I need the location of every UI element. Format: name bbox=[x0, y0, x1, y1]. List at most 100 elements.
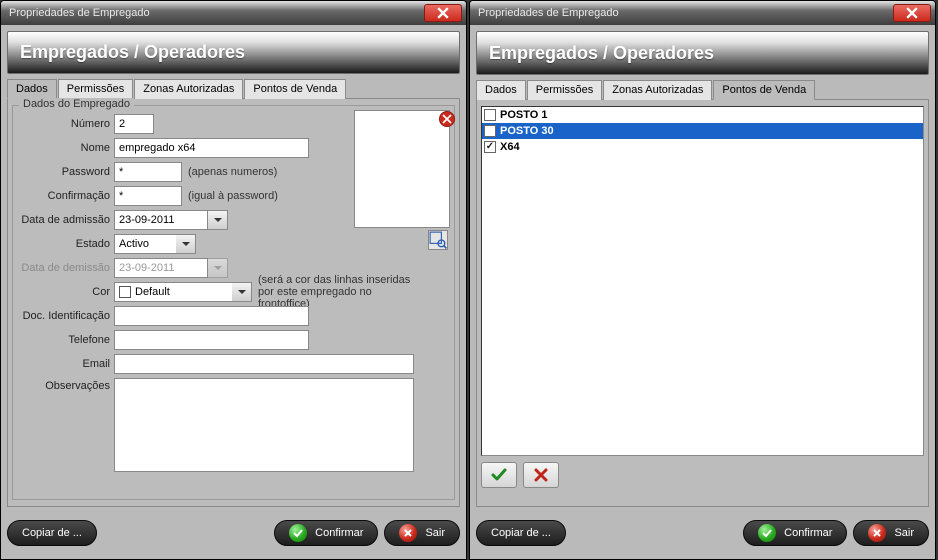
window-close-button[interactable] bbox=[424, 4, 462, 22]
input-nome[interactable] bbox=[114, 138, 309, 158]
label-obs: Observações bbox=[19, 378, 114, 392]
demissao-dropdown-button bbox=[208, 258, 228, 278]
hint-cor: (será a cor das linhas inseridas por est… bbox=[252, 274, 422, 310]
label-demissao: Data de demissão bbox=[19, 262, 114, 274]
banner: Empregados / Operadores bbox=[7, 31, 460, 75]
check-icon bbox=[758, 524, 776, 542]
tab-permissoes[interactable]: Permissões bbox=[58, 79, 133, 99]
window-close-button[interactable] bbox=[893, 4, 931, 22]
input-email[interactable] bbox=[114, 354, 414, 374]
list-item-label: X64 bbox=[500, 141, 520, 153]
banner: Empregados / Operadores bbox=[476, 31, 929, 75]
chevron-down-icon bbox=[238, 288, 246, 296]
close-icon bbox=[442, 114, 452, 124]
window-left: Propriedades de Empregado Empregados / O… bbox=[0, 0, 467, 560]
input-cor[interactable]: Default bbox=[114, 282, 232, 302]
select-all-button[interactable] bbox=[481, 462, 517, 488]
list-item-label: POSTO 1 bbox=[500, 109, 547, 121]
input-telefone[interactable] bbox=[114, 330, 309, 350]
label-email: Email bbox=[19, 358, 114, 370]
sair-label: Sair bbox=[894, 527, 914, 539]
tab-pontos[interactable]: Pontos de Venda bbox=[713, 80, 815, 100]
cor-value: Default bbox=[135, 286, 170, 298]
color-swatch bbox=[119, 286, 131, 298]
tab-permissoes[interactable]: Permissões bbox=[527, 80, 602, 100]
input-doc[interactable] bbox=[114, 306, 309, 326]
sair-button[interactable]: Sair bbox=[853, 520, 929, 546]
label-admissao: Data de admissão bbox=[19, 214, 114, 226]
tab-dados[interactable]: Dados bbox=[476, 80, 526, 100]
copiar-label: Copiar de ... bbox=[491, 527, 551, 539]
label-numero: Número bbox=[19, 118, 114, 130]
photo-box bbox=[354, 110, 450, 228]
confirmar-button[interactable]: Confirmar bbox=[274, 520, 378, 546]
label-confirm: Confirmação bbox=[19, 190, 114, 202]
photo-remove-button[interactable] bbox=[439, 111, 455, 127]
footer: Copiar de ... Confirmar Sair bbox=[7, 513, 460, 553]
input-confirm[interactable] bbox=[114, 186, 182, 206]
close-icon bbox=[534, 468, 548, 482]
label-password: Password bbox=[19, 166, 114, 178]
titlebar: Propriedades de Empregado bbox=[1, 1, 466, 25]
chevron-down-icon bbox=[214, 216, 222, 224]
check-icon bbox=[491, 467, 507, 483]
tabstrip: Dados Permissões Zonas Autorizadas Ponto… bbox=[7, 78, 460, 99]
hint-confirm: (igual à password) bbox=[182, 190, 278, 202]
tab-dados[interactable]: Dados bbox=[7, 79, 57, 99]
banner-title: Empregados / Operadores bbox=[489, 43, 714, 64]
confirmar-label: Confirmar bbox=[784, 527, 832, 539]
input-demissao bbox=[114, 258, 208, 278]
label-cor: Cor bbox=[19, 286, 114, 298]
tab-content: POSTO 1 POSTO 30 X64 bbox=[476, 100, 929, 507]
chevron-down-icon bbox=[214, 264, 222, 272]
input-admissao[interactable] bbox=[114, 210, 208, 230]
hint-password: (apenas numeros) bbox=[182, 166, 277, 178]
checkbox[interactable] bbox=[484, 141, 496, 153]
banner-title: Empregados / Operadores bbox=[20, 42, 245, 63]
group-dados-empregado: Dados do Empregado Número Nome bbox=[12, 105, 455, 500]
copiar-label: Copiar de ... bbox=[22, 527, 82, 539]
label-nome: Nome bbox=[19, 142, 114, 154]
tab-zonas[interactable]: Zonas Autorizadas bbox=[134, 79, 243, 99]
label-estado: Estado bbox=[19, 238, 114, 250]
copiar-button[interactable]: Copiar de ... bbox=[7, 520, 97, 546]
confirmar-button[interactable]: Confirmar bbox=[743, 520, 847, 546]
admissao-dropdown-button[interactable] bbox=[208, 210, 228, 230]
tab-zonas[interactable]: Zonas Autorizadas bbox=[603, 80, 712, 100]
photo-browse-button[interactable] bbox=[428, 230, 448, 250]
label-telefone: Telefone bbox=[19, 334, 114, 346]
input-estado[interactable] bbox=[114, 234, 176, 254]
input-numero[interactable] bbox=[114, 114, 154, 134]
sair-label: Sair bbox=[425, 527, 445, 539]
pontos-venda-list[interactable]: POSTO 1 POSTO 30 X64 bbox=[481, 106, 924, 456]
sair-button[interactable]: Sair bbox=[384, 520, 460, 546]
confirmar-label: Confirmar bbox=[315, 527, 363, 539]
input-obs[interactable] bbox=[114, 378, 414, 472]
check-icon bbox=[289, 524, 307, 542]
group-title: Dados do Empregado bbox=[19, 98, 134, 110]
list-item[interactable]: POSTO 1 bbox=[482, 107, 923, 123]
tab-content: Dados do Empregado Número Nome bbox=[7, 99, 460, 507]
footer: Copiar de ... Confirmar Sair bbox=[476, 513, 929, 553]
chevron-down-icon bbox=[182, 240, 190, 248]
label-doc: Doc. Identificação bbox=[19, 310, 114, 322]
close-icon bbox=[868, 524, 886, 542]
copiar-button[interactable]: Copiar de ... bbox=[476, 520, 566, 546]
close-icon bbox=[906, 7, 918, 19]
input-password[interactable] bbox=[114, 162, 182, 182]
list-item-label: POSTO 30 bbox=[500, 125, 554, 137]
tabstrip: Dados Permissões Zonas Autorizadas Ponto… bbox=[476, 79, 929, 100]
close-icon bbox=[399, 524, 417, 542]
tab-pontos[interactable]: Pontos de Venda bbox=[244, 79, 346, 99]
titlebar: Propriedades de Empregado bbox=[470, 1, 935, 25]
checkbox[interactable] bbox=[484, 125, 496, 137]
checkbox[interactable] bbox=[484, 109, 496, 121]
clear-all-button[interactable] bbox=[523, 462, 559, 488]
list-item[interactable]: POSTO 30 bbox=[482, 123, 923, 139]
close-icon bbox=[437, 7, 449, 19]
cor-dropdown-button[interactable] bbox=[232, 282, 252, 302]
window-title: Propriedades de Empregado bbox=[478, 7, 619, 19]
estado-dropdown-button[interactable] bbox=[176, 234, 196, 254]
list-item[interactable]: X64 bbox=[482, 139, 923, 155]
window-title: Propriedades de Empregado bbox=[9, 7, 150, 19]
